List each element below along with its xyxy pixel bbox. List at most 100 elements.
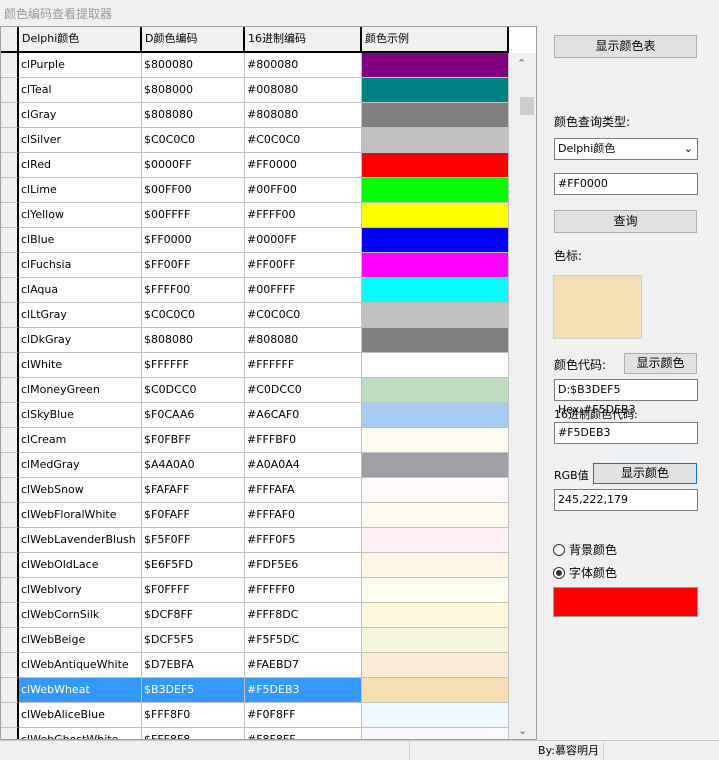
table-cell[interactable]: clWebOldLace (19, 553, 142, 578)
row-indicator[interactable] (1, 453, 19, 478)
color-sample[interactable] (362, 578, 509, 603)
table-row[interactable]: clCream $F0FBFF #FFFBF0 (1, 428, 509, 453)
row-indicator[interactable] (1, 603, 19, 628)
column-header[interactable]: 16进制编码 (245, 27, 362, 51)
color-sample[interactable] (362, 78, 509, 103)
table-row[interactable]: clWebIvory $F0FFFF #FFFFF0 (1, 578, 509, 603)
show-rgb-color-button[interactable]: 显示颜色 (593, 463, 697, 484)
color-sample[interactable] (362, 53, 509, 78)
color-sample[interactable] (362, 178, 509, 203)
scroll-up-icon[interactable]: ⌃ (517, 57, 526, 70)
row-indicator[interactable] (1, 528, 19, 553)
table-cell[interactable]: clWebLavenderBlush (19, 528, 142, 553)
table-cell[interactable]: #FF00FF (245, 253, 362, 278)
table-cell[interactable]: $FFF8F0 (142, 703, 245, 728)
table-cell[interactable]: $00FF00 (142, 178, 245, 203)
table-cell[interactable]: clRed (19, 153, 142, 178)
table-cell[interactable]: #F8F8FF (245, 728, 362, 739)
query-input[interactable]: #FF0000 (554, 173, 698, 195)
table-cell[interactable]: $B3DEF5 (142, 678, 245, 703)
color-sample[interactable] (362, 503, 509, 528)
vertical-scrollbar[interactable]: ⌃ ⌄ (509, 53, 536, 739)
table-cell[interactable]: $FF00FF (142, 253, 245, 278)
table-cell[interactable]: $FAFAFF (142, 478, 245, 503)
table-cell[interactable]: #FFFF00 (245, 203, 362, 228)
row-indicator[interactable] (1, 128, 19, 153)
table-row[interactable]: clWebWheat $B3DEF5 #F5DEB3 (1, 678, 509, 703)
table-cell[interactable]: $FFFF00 (142, 278, 245, 303)
table-cell[interactable]: #FFFBF0 (245, 428, 362, 453)
row-indicator[interactable] (1, 403, 19, 428)
table-cell[interactable]: #008080 (245, 78, 362, 103)
row-indicator[interactable] (1, 103, 19, 128)
table-cell[interactable]: $808080 (142, 103, 245, 128)
color-sample[interactable] (362, 403, 509, 428)
radio-background-color[interactable]: 背景颜色 (553, 541, 617, 558)
table-cell[interactable]: $D7EBFA (142, 653, 245, 678)
table-cell[interactable]: $C0DCC0 (142, 378, 245, 403)
table-cell[interactable]: $DCF8FF (142, 603, 245, 628)
color-sample[interactable] (362, 128, 509, 153)
row-indicator[interactable] (1, 78, 19, 103)
color-table[interactable]: Delphi颜色 D颜色编码 16进制编码 颜色示例 clPurple $8000… (0, 26, 537, 740)
color-sample[interactable] (362, 678, 509, 703)
table-cell[interactable]: clWebIvory (19, 578, 142, 603)
table-cell[interactable]: clWebBeige (19, 628, 142, 653)
table-row[interactable]: clMedGray $A4A0A0 #A0A0A4 (1, 453, 509, 478)
table-cell[interactable]: clWebWheat (19, 678, 142, 703)
table-cell[interactable]: $808080 (142, 328, 245, 353)
table-row[interactable]: clAqua $FFFF00 #00FFFF (1, 278, 509, 303)
table-cell[interactable]: #808080 (245, 103, 362, 128)
table-row[interactable]: clWebFloralWhite $F0FAFF #FFFAF0 (1, 503, 509, 528)
row-indicator[interactable] (1, 303, 19, 328)
row-indicator[interactable] (1, 353, 19, 378)
color-sample[interactable] (362, 453, 509, 478)
table-cell[interactable]: #800080 (245, 53, 362, 78)
column-header[interactable]: 颜色示例 (362, 27, 509, 51)
table-cell[interactable]: clFuchsia (19, 253, 142, 278)
table-cell[interactable]: clMedGray (19, 453, 142, 478)
color-sample[interactable] (362, 228, 509, 253)
table-cell[interactable]: clWebGhostWhite (19, 728, 142, 739)
table-row[interactable]: clDkGray $808080 #808080 (1, 328, 509, 353)
table-cell[interactable]: $FFF8F8 (142, 728, 245, 739)
row-indicator[interactable] (1, 278, 19, 303)
scroll-thumb[interactable] (520, 97, 534, 115)
table-cell[interactable]: $F0FFFF (142, 578, 245, 603)
table-cell[interactable]: #A6CAF0 (245, 403, 362, 428)
table-cell[interactable]: clWhite (19, 353, 142, 378)
row-indicator[interactable] (1, 153, 19, 178)
table-row[interactable]: clYellow $00FFFF #FFFF00 (1, 203, 509, 228)
table-cell[interactable]: #00FFFF (245, 278, 362, 303)
table-row[interactable]: clWebLavenderBlush $F5F0FF #FFF0F5 (1, 528, 509, 553)
table-row[interactable]: clGray $808080 #808080 (1, 103, 509, 128)
table-row[interactable]: clSilver $C0C0C0 #C0C0C0 (1, 128, 509, 153)
table-row[interactable]: clWebGhostWhite $FFF8F8 #F8F8FF (1, 728, 509, 739)
table-cell[interactable]: $DCF5F5 (142, 628, 245, 653)
color-sample[interactable] (362, 303, 509, 328)
column-header[interactable]: D颜色编码 (142, 27, 245, 51)
table-row[interactable]: clWebOldLace $E6F5FD #FDF5E6 (1, 553, 509, 578)
table-row[interactable]: clPurple $800080 #800080 (1, 53, 509, 78)
show-color-code-button[interactable]: 显示颜色 (624, 353, 697, 374)
table-cell[interactable]: $A4A0A0 (142, 453, 245, 478)
table-cell[interactable]: #FFF0F5 (245, 528, 362, 553)
table-row[interactable]: clWebBeige $DCF5F5 #F5F5DC (1, 628, 509, 653)
color-sample[interactable] (362, 353, 509, 378)
row-indicator[interactable] (1, 578, 19, 603)
color-sample[interactable] (362, 528, 509, 553)
table-cell[interactable]: clLtGray (19, 303, 142, 328)
table-row[interactable]: clWebAliceBlue $FFF8F0 #F0F8FF (1, 703, 509, 728)
row-indicator[interactable] (1, 478, 19, 503)
table-cell[interactable]: $800080 (142, 53, 245, 78)
query-button[interactable]: 查询 (554, 210, 697, 233)
table-row[interactable]: clLtGray $C0C0C0 #C0C0C0 (1, 303, 509, 328)
table-cell[interactable]: #FF0000 (245, 153, 362, 178)
table-cell[interactable]: clMoneyGreen (19, 378, 142, 403)
table-cell[interactable]: clYellow (19, 203, 142, 228)
table-cell[interactable]: $0000FF (142, 153, 245, 178)
table-row[interactable]: clWebCornSilk $DCF8FF #FFF8DC (1, 603, 509, 628)
row-indicator[interactable] (1, 728, 19, 739)
table-cell[interactable]: $C0C0C0 (142, 303, 245, 328)
table-cell[interactable]: $F0CAA6 (142, 403, 245, 428)
